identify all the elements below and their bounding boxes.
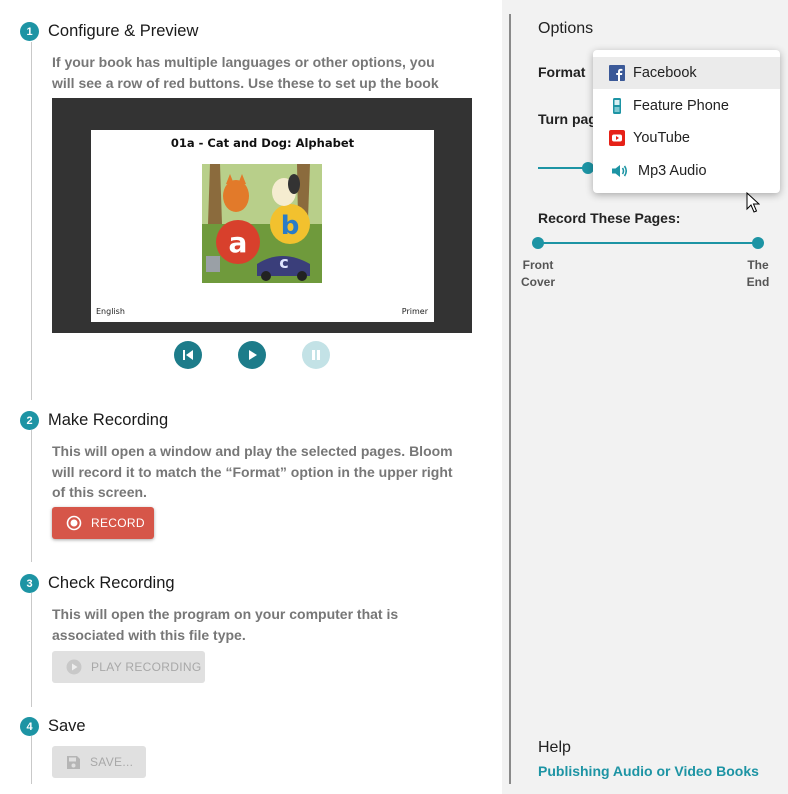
menu-item-mp3-audio[interactable]: Mp3 Audio	[593, 155, 780, 187]
page-level: Primer	[401, 307, 428, 316]
step-connector	[31, 430, 32, 562]
menu-item-feature-phone[interactable]: Feature Phone	[593, 90, 780, 122]
menu-item-label: Feature Phone	[633, 98, 729, 114]
step-3-number: 3	[20, 574, 39, 593]
page-title: 01a - Cat and Dog: Alphabet	[170, 136, 355, 150]
record-button[interactable]: RECORD	[52, 507, 154, 539]
menu-item-label: Facebook	[633, 65, 697, 81]
play-button[interactable]	[238, 341, 266, 369]
skip-to-start-button[interactable]	[174, 341, 202, 369]
preview-page: 01a - Cat and Dog: Alphabet a b c Englis…	[91, 130, 434, 322]
play-icon	[249, 350, 257, 360]
svg-text:a: a	[229, 226, 248, 259]
turn-pages-label: Turn pag	[538, 111, 597, 127]
step-2-number: 2	[20, 411, 39, 430]
options-title: Options	[538, 20, 594, 37]
save-button[interactable]: SAVE...	[52, 746, 146, 778]
range-start-label: Front Cover	[520, 258, 555, 289]
play-circle-icon	[66, 659, 82, 675]
range-start-handle[interactable]	[532, 237, 544, 249]
speaker-icon	[611, 155, 629, 187]
step-1-title: Configure & Preview	[48, 22, 199, 40]
step-connector	[31, 42, 32, 400]
step-3-description: This will open the program on your compu…	[52, 606, 399, 643]
step-1-number: 1	[20, 22, 39, 41]
format-label: Format	[538, 64, 586, 80]
menu-item-label: YouTube	[633, 130, 690, 146]
range-end-label: The End	[746, 258, 770, 289]
save-icon	[66, 755, 81, 770]
svg-text:b: b	[281, 211, 300, 241]
record-icon	[66, 515, 82, 531]
panel-divider[interactable]	[509, 14, 511, 784]
cover-illustration: a b c	[202, 164, 322, 283]
save-label: SAVE...	[90, 755, 134, 769]
skip-to-start-icon	[183, 350, 193, 360]
menu-item-youtube[interactable]: YouTube	[593, 122, 780, 154]
publish-steps-panel: 1 Configure & Preview If your book has m…	[0, 0, 502, 794]
format-dropdown-menu: Facebook Feature Phone YouTube Mp3 Audio	[593, 50, 780, 193]
step-connector	[31, 736, 32, 784]
page-language: English	[96, 307, 125, 316]
range-end-handle[interactable]	[752, 237, 764, 249]
phone-icon	[609, 90, 625, 122]
book-preview: 01a - Cat and Dog: Alphabet a b c Englis…	[52, 98, 472, 333]
menu-item-label: Mp3 Audio	[638, 163, 707, 179]
step-2-title: Make Recording	[48, 411, 169, 429]
svg-text:c: c	[279, 253, 288, 272]
record-label: RECORD	[91, 516, 145, 530]
menu-item-facebook[interactable]: Facebook	[593, 57, 780, 89]
youtube-icon	[609, 122, 625, 154]
facebook-icon	[609, 57, 625, 89]
step-2-description: This will open a window and play the sel…	[52, 443, 453, 500]
page-range-track[interactable]	[538, 242, 758, 244]
pause-icon	[312, 350, 320, 360]
step-connector	[31, 593, 32, 707]
help-link[interactable]: Publishing Audio or Video Books	[538, 763, 759, 779]
pause-button[interactable]	[302, 341, 330, 369]
help-title: Help	[538, 739, 571, 756]
step-4-title: Save	[48, 717, 86, 735]
play-recording-button[interactable]: PLAY RECORDING	[52, 651, 205, 683]
mouse-cursor-icon	[746, 191, 761, 219]
play-recording-label: PLAY RECORDING	[91, 660, 202, 674]
step-3-title: Check Recording	[48, 574, 175, 592]
record-pages-label: Record These Pages:	[538, 210, 681, 226]
step-4-number: 4	[20, 717, 39, 736]
